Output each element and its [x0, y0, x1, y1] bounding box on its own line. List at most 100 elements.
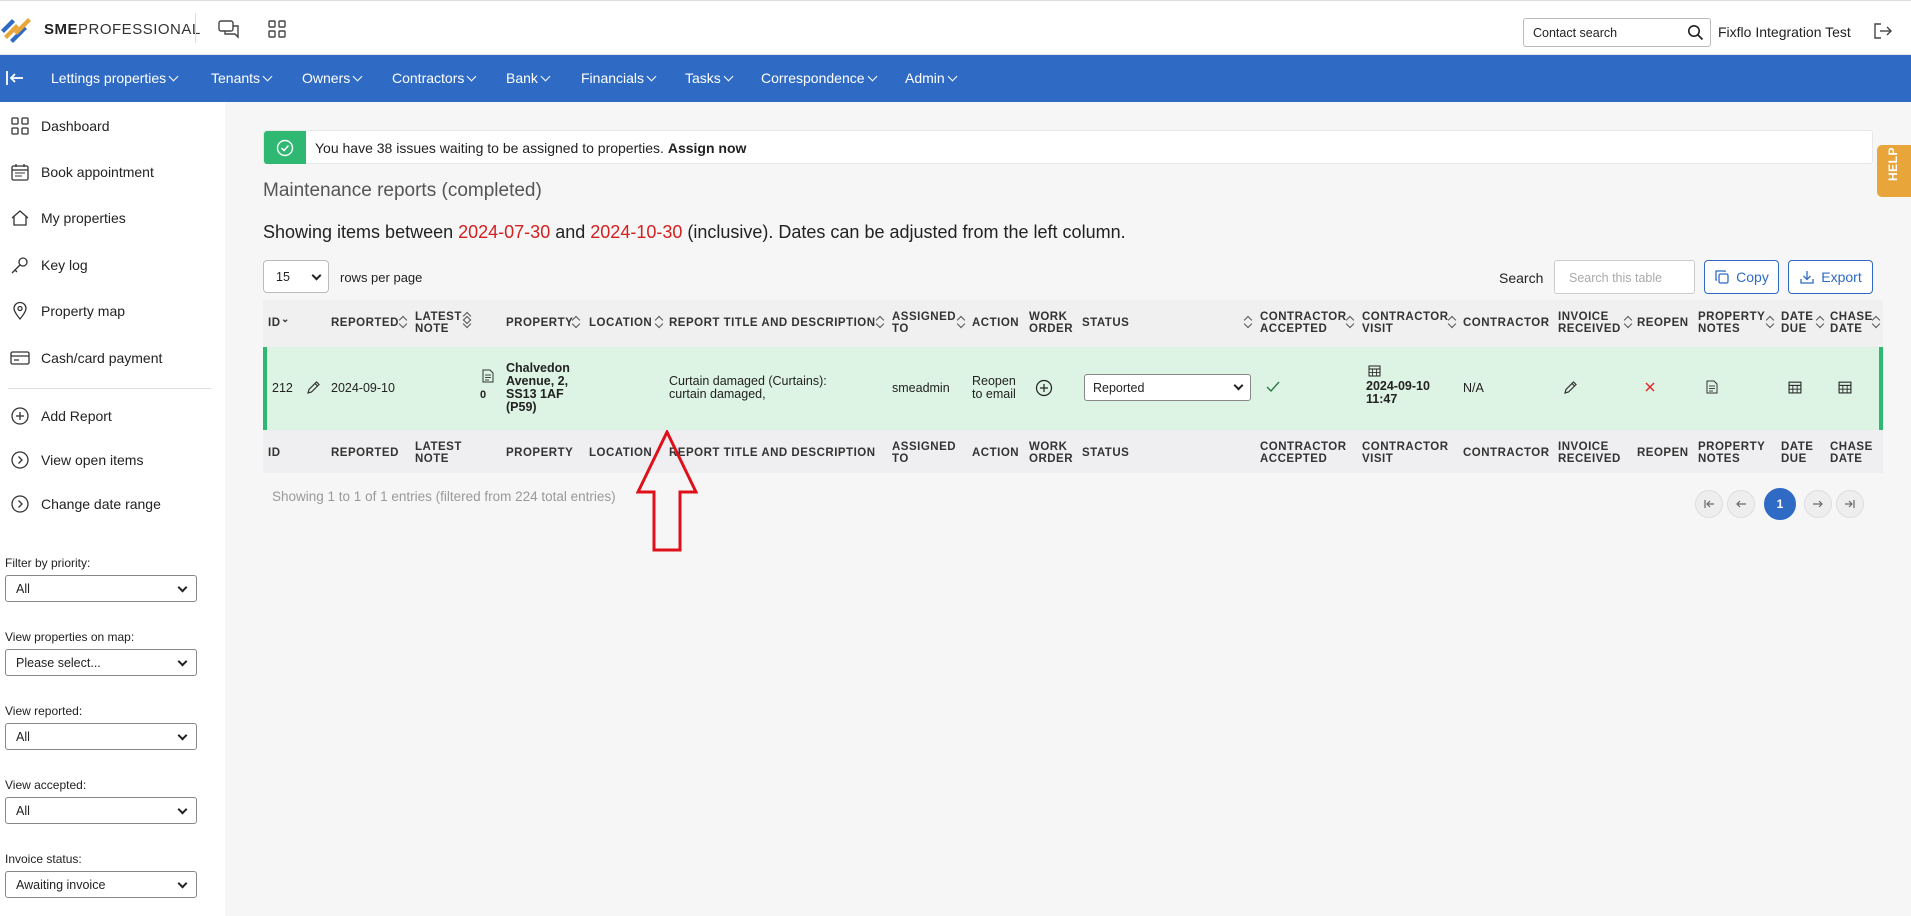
plus-circle-icon[interactable]	[1035, 379, 1053, 397]
user-name[interactable]: Fixflo Integration Test	[1718, 24, 1851, 40]
first-page-icon	[1704, 500, 1714, 508]
sort-icon[interactable]	[1448, 316, 1456, 328]
document-icon[interactable]	[482, 369, 494, 383]
sidebar-item-property-map[interactable]: Property map	[10, 299, 125, 323]
cell-reported: 2024-09-10	[331, 381, 395, 395]
header-line: NOTES	[1698, 453, 1741, 465]
status-select[interactable]: Reported	[1084, 374, 1251, 401]
sort-desc-icon[interactable]: ⌄	[281, 314, 290, 326]
edit-pencil-icon[interactable]	[305, 380, 321, 396]
chase-date-calendar-icon[interactable]	[1838, 380, 1852, 394]
nav-financials[interactable]: Financials	[581, 70, 657, 86]
checkmark-icon	[1266, 381, 1280, 393]
sort-icon[interactable]	[1816, 316, 1824, 328]
foot-assigned-to: ASSIGNED TO	[892, 441, 956, 465]
table-search-input[interactable]: Search this table	[1554, 260, 1695, 294]
table-row[interactable]: 212 2024-09-10 0 Chalvedon Avenue, 2, SS13…	[263, 347, 1883, 430]
col-date-due[interactable]: DATE DUE	[1781, 311, 1813, 335]
nav-contractors[interactable]: Contractors	[392, 70, 477, 86]
col-reported[interactable]: REPORTED	[331, 317, 399, 329]
date-due-calendar-icon[interactable]	[1788, 380, 1802, 394]
cell-property[interactable]: Chalvedon Avenue, 2, SS13 1AF (P59)	[506, 362, 570, 414]
col-contractor-accepted[interactable]: CONTRACTOR ACCEPTED	[1260, 311, 1347, 335]
sidebar-action-view-open-items[interactable]: View open items	[10, 448, 143, 472]
sort-icon[interactable]	[1346, 316, 1354, 328]
col-assigned-to[interactable]: ASSIGNED TO	[892, 311, 956, 335]
sidebar-item-key-log[interactable]: Key log	[10, 253, 88, 277]
col-latest-note[interactable]: LATEST NOTE	[415, 311, 462, 335]
col-report-title[interactable]: REPORT TITLE AND DESCRIPTION	[669, 317, 876, 329]
sort-icon[interactable]	[572, 316, 580, 328]
sidebar-item-book-appointment[interactable]: Book appointment	[10, 160, 154, 184]
next-page-button[interactable]	[1804, 490, 1832, 518]
help-tab[interactable]: HELP	[1877, 145, 1911, 197]
sort-icon[interactable]	[957, 316, 965, 328]
page-1-button[interactable]: 1	[1764, 488, 1796, 520]
header-line: RECEIVED	[1558, 323, 1621, 335]
foot-contractor-accepted: CONTRACTOR ACCEPTED	[1260, 441, 1347, 465]
nav-label: Bank	[506, 70, 538, 86]
sidebar-divider	[8, 388, 211, 389]
property-notes-icon[interactable]	[1706, 380, 1718, 394]
export-button[interactable]: Export	[1788, 260, 1873, 294]
nav-tenants[interactable]: Tenants	[211, 70, 273, 86]
rows-per-page-select[interactable]: 15	[263, 260, 329, 293]
header-line: CONTRACTOR	[1362, 311, 1449, 323]
app-logo[interactable]: SMEPROFESSIONAL	[0, 14, 201, 44]
reopen-to-email-link[interactable]: Reopen to email	[972, 375, 1016, 401]
nav-correspondence[interactable]: Correspondence	[761, 70, 877, 86]
sort-icon[interactable]	[463, 316, 471, 328]
last-page-button[interactable]	[1836, 490, 1864, 518]
col-property[interactable]: PROPERTY	[506, 317, 573, 329]
col-chase-date[interactable]: CHASE DATE	[1830, 311, 1873, 335]
col-status[interactable]: STATUS	[1082, 317, 1129, 329]
close-x-icon[interactable]	[1644, 381, 1656, 393]
nav-bank[interactable]: Bank	[506, 70, 551, 86]
calendar-icon[interactable]	[1368, 364, 1381, 377]
collapse-sidebar-icon[interactable]	[5, 69, 25, 87]
filter-reported-select[interactable]: All	[5, 723, 197, 750]
col-location[interactable]: LOCATION	[589, 317, 652, 329]
apps-grid-icon[interactable]	[266, 19, 288, 39]
sidebar-item-my-properties[interactable]: My properties	[10, 206, 126, 230]
date-prefix: Showing items between	[263, 222, 454, 242]
report-line: curtain damaged,	[669, 387, 766, 401]
sort-icon[interactable]	[876, 316, 884, 328]
assign-now-link[interactable]: Assign now	[668, 140, 747, 156]
sort-icon[interactable]	[655, 316, 663, 328]
contact-search-input[interactable]: Contact search	[1523, 18, 1711, 47]
sidebar-item-dashboard[interactable]: Dashboard	[10, 114, 110, 138]
sidebar-item-cash-card-payment[interactable]: Cash/card payment	[10, 346, 162, 370]
nav-tasks[interactable]: Tasks	[685, 70, 734, 86]
edit-pencil-icon[interactable]	[1562, 380, 1578, 396]
sort-icon[interactable]	[1244, 316, 1252, 328]
filter-priority-select[interactable]: All	[5, 575, 197, 602]
sidebar-item-label: Property map	[41, 303, 126, 319]
filter-map-select[interactable]: Please select...	[5, 649, 197, 676]
col-property-notes[interactable]: PROPERTY NOTES	[1698, 311, 1765, 335]
col-invoice-received[interactable]: INVOICE RECEIVED	[1558, 311, 1621, 335]
search-icon[interactable]	[1687, 24, 1704, 41]
sort-icon[interactable]	[399, 316, 407, 328]
sort-icon[interactable]	[1872, 316, 1880, 328]
foot-reopen: REOPEN	[1637, 447, 1689, 459]
prev-page-button[interactable]	[1727, 490, 1755, 518]
nav-lettings-properties[interactable]: Lettings properties	[51, 70, 179, 86]
col-contractor-visit[interactable]: CONTRACTOR VISIT	[1362, 311, 1449, 335]
sort-icon[interactable]	[1624, 316, 1632, 328]
chat-icon[interactable]	[218, 19, 240, 39]
col-id[interactable]: ID	[268, 317, 281, 329]
visit-line: 11:47	[1366, 392, 1398, 406]
logout-icon[interactable]	[1873, 22, 1893, 40]
filter-invoice-select[interactable]: Awaiting invoice	[5, 871, 197, 898]
nav-admin[interactable]: Admin	[905, 70, 958, 86]
sidebar-action-add-report[interactable]: Add Report	[10, 404, 112, 428]
contact-search-placeholder: Contact search	[1533, 26, 1618, 40]
sidebar-action-change-date-range[interactable]: Change date range	[10, 492, 161, 516]
filter-accepted-select[interactable]: All	[5, 797, 197, 824]
export-label: Export	[1821, 269, 1862, 285]
copy-button[interactable]: Copy	[1704, 260, 1779, 294]
nav-owners[interactable]: Owners	[302, 70, 363, 86]
first-page-button[interactable]	[1695, 490, 1723, 518]
sort-icon[interactable]	[1766, 316, 1774, 328]
